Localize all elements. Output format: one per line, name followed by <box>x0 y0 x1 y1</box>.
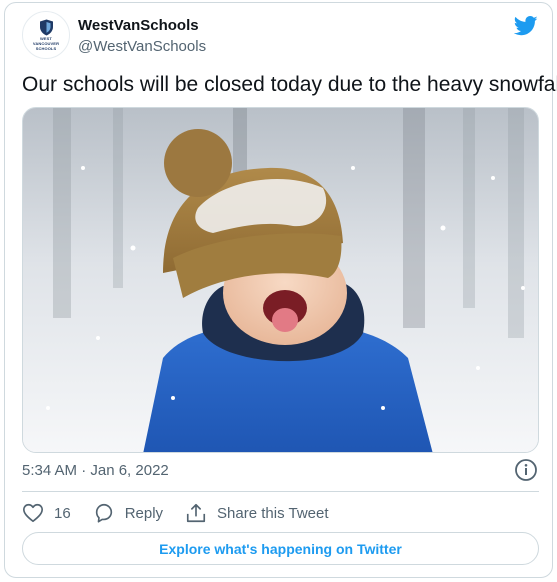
photo-illustration <box>23 108 538 452</box>
heart-icon <box>23 503 43 523</box>
shield-icon <box>39 19 53 36</box>
speech-bubble-icon <box>95 503 112 523</box>
share-button[interactable]: Share this Tweet <box>185 502 329 524</box>
author-handle[interactable]: @WestVanSchools <box>78 38 206 55</box>
like-button[interactable]: 16 <box>22 502 71 524</box>
share-label: Share this Tweet <box>217 504 329 522</box>
reply-button[interactable]: Reply <box>93 502 163 524</box>
tweet-card: WEST VANCOUVER SCHOOLS WestVanSchools @W… <box>4 2 557 578</box>
divider <box>22 491 539 492</box>
tweet-timestamp[interactable]: 5:34 AM · Jan 6, 2022 <box>22 462 169 479</box>
like-count: 16 <box>54 504 71 522</box>
tweet-photo[interactable] <box>22 107 539 453</box>
avatar-text-line3: SCHOOLS <box>35 46 57 51</box>
avatar[interactable]: WEST VANCOUVER SCHOOLS <box>22 11 70 59</box>
tweet-actions: 16 Reply Share this Tweet <box>22 500 351 526</box>
info-icon[interactable] <box>514 458 538 482</box>
author-name[interactable]: WestVanSchools <box>78 17 199 34</box>
twitter-bird-icon[interactable] <box>514 16 538 36</box>
tweet-text: Our schools will be closed today due to … <box>22 73 557 96</box>
share-icon <box>186 503 206 523</box>
explore-button[interactable]: Explore what's happening on Twitter <box>22 532 539 565</box>
reply-label: Reply <box>124 504 164 522</box>
